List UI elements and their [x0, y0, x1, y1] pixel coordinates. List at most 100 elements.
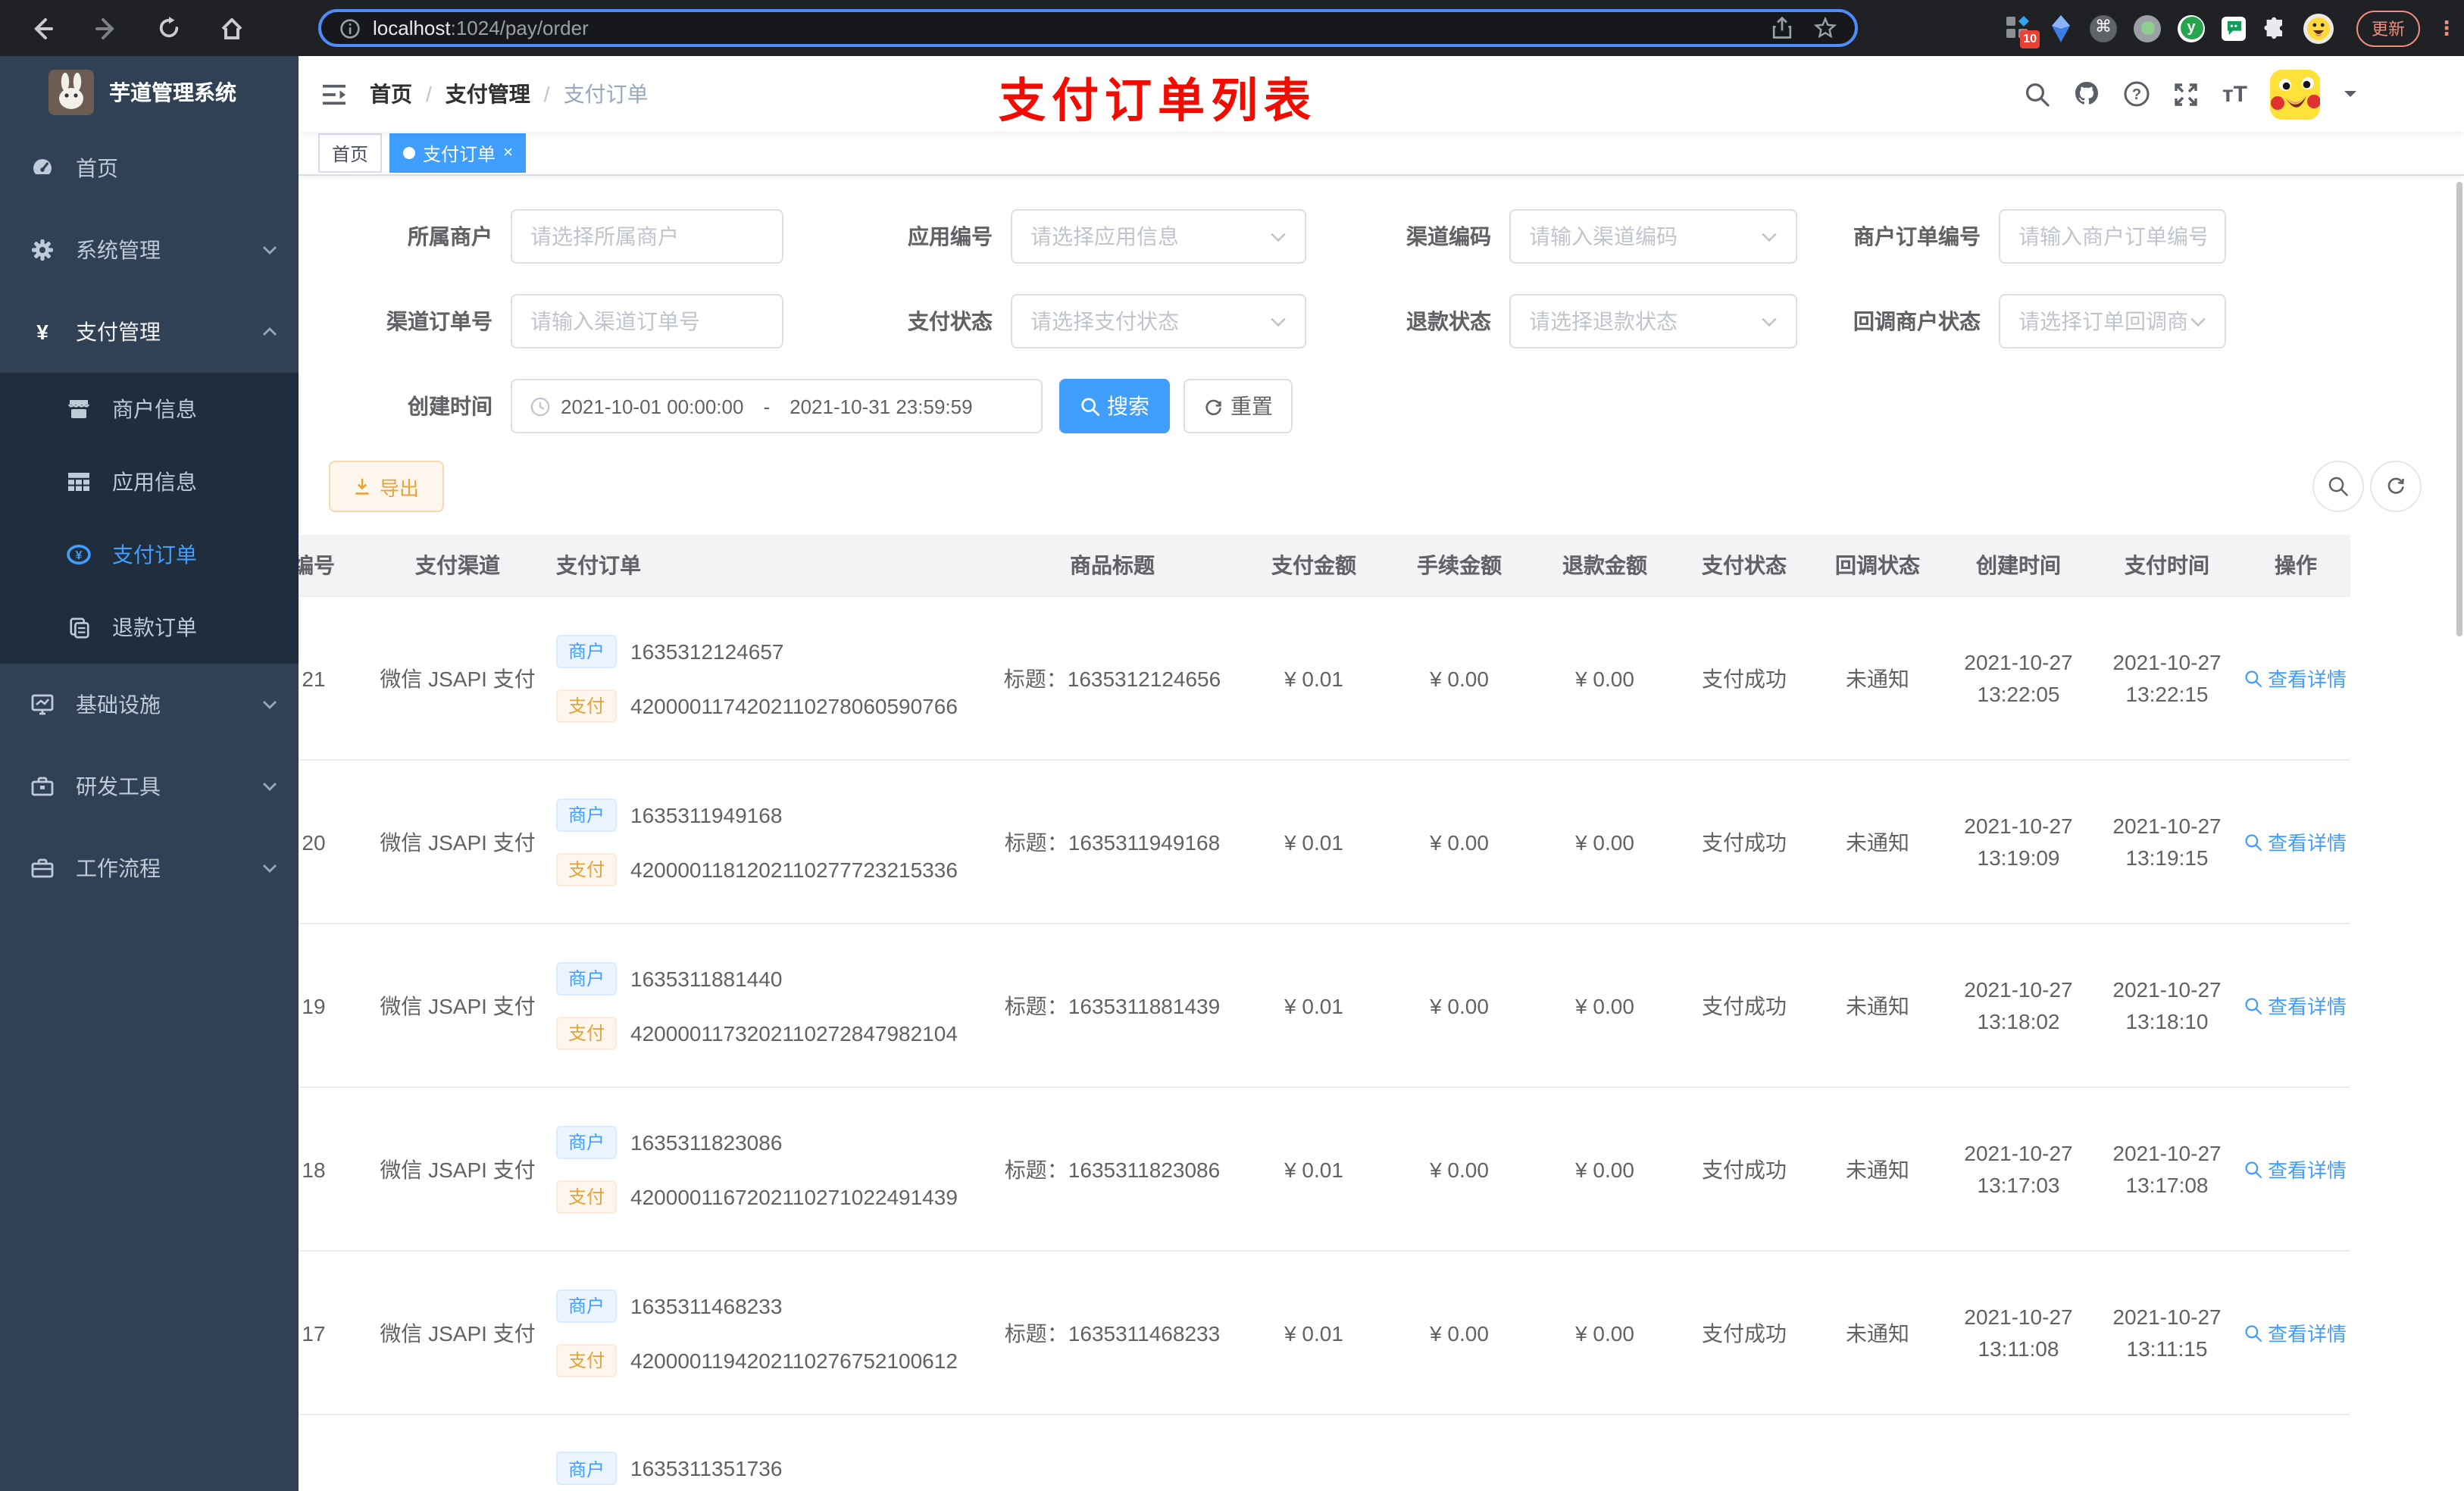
pay-status: 支付成功	[1702, 830, 1787, 854]
view-detail-link[interactable]: 查看详情	[2245, 1318, 2347, 1347]
tab-pay-order[interactable]: 支付订单 ×	[389, 133, 527, 173]
sidebar-item-label: 系统管理	[76, 238, 161, 262]
chevron-up-icon	[262, 324, 277, 339]
toolbox-icon	[30, 774, 55, 799]
pay-tag: 支付	[556, 1016, 618, 1049]
avatar-caret-icon[interactable]	[2343, 88, 2358, 100]
extension-command-icon[interactable]: ⌘	[2090, 14, 2117, 42]
view-detail-link[interactable]: 查看详情	[2245, 1155, 2347, 1183]
merchant-tag: 商户	[556, 1452, 618, 1485]
channel-code-select[interactable]: 请输入渠道编码	[1509, 209, 1797, 264]
sidebar-item-pay[interactable]: ¥ 支付管理	[0, 291, 299, 373]
channel-order-no-input[interactable]: 请输入渠道订单号	[511, 294, 783, 349]
search-button[interactable]: 搜索	[1059, 379, 1170, 433]
view-detail-link[interactable]: 查看详情	[2245, 664, 2347, 692]
user-avatar[interactable]	[2270, 69, 2320, 119]
back-icon[interactable]	[30, 16, 55, 40]
sidebar-item-infra[interactable]: 基础设施	[0, 664, 299, 746]
extension-tabs-icon[interactable]: 10	[2005, 14, 2040, 48]
sidebar-item-workflow[interactable]: 工作流程	[0, 827, 299, 909]
browser-menu-icon[interactable]: ⋮	[2437, 17, 2456, 37]
sidebar-collapse-icon[interactable]	[299, 83, 370, 105]
document-copy-icon	[67, 616, 91, 639]
reset-button[interactable]: 重置	[1184, 379, 1293, 433]
table-row-partial: 商户 1635311351736	[299, 1415, 2350, 1491]
filter-label: 渠道编码	[1406, 224, 1491, 248]
merchant-order-no: 1635311949168	[630, 802, 783, 827]
sidebar-item-merchant-info[interactable]: 商户信息	[0, 373, 299, 445]
sidebar-item-devtools[interactable]: 研发工具	[0, 746, 299, 827]
view-detail-link[interactable]: 查看详情	[2245, 827, 2347, 856]
merchant-select[interactable]: 请选择所属商户	[511, 209, 783, 264]
view-detail-link[interactable]: 查看详情	[2245, 991, 2347, 1020]
site-info-icon[interactable]	[339, 17, 361, 39]
browser-toolbar: localhost :1024/pay/order 10 ⌘ y 更新 ⋮	[0, 0, 2464, 56]
notify-status-select[interactable]: 请选择订单回调商户状态	[1999, 294, 2226, 349]
github-icon[interactable]	[2074, 80, 2101, 108]
profile-avatar-emoji[interactable]	[2303, 13, 2334, 43]
channel-order-no: 4200001194202110276752100612	[630, 1348, 958, 1372]
table-row: 17 微信 JSAPI 支付 商户 1635311468233 支付 4200001…	[299, 1252, 2350, 1415]
main-area: 首页 / 支付管理 / 支付订单 支付订单列表 ? тT 首页 支付订单 × 所…	[299, 56, 2464, 1491]
reload-icon[interactable]	[158, 17, 180, 39]
yen-icon: ¥	[36, 320, 48, 344]
filter-label: 创建时间	[408, 394, 492, 418]
merchant-tag: 商户	[556, 1289, 618, 1322]
extensions-puzzle-icon[interactable]	[2262, 16, 2287, 40]
sidebar-item-label: 应用信息	[112, 470, 197, 494]
monitor-chart-icon	[30, 692, 55, 717]
refund-status-select[interactable]: 请选择退款状态	[1509, 294, 1797, 349]
sidebar-item-app-info[interactable]: 应用信息	[0, 445, 299, 518]
font-size-icon[interactable]: тT	[2222, 81, 2247, 107]
home-icon[interactable]	[220, 16, 244, 40]
extension-chat-icon[interactable]	[2222, 16, 2246, 40]
breadcrumb-pay[interactable]: 支付管理	[446, 79, 530, 109]
extension-gem-icon[interactable]	[2049, 14, 2073, 42]
sidebar-item-refund-order[interactable]: 退款订单	[0, 591, 299, 664]
col-header: 支付订单	[556, 553, 641, 577]
clock-icon	[530, 396, 550, 416]
breadcrumb-home[interactable]: 首页	[370, 79, 412, 109]
table-row: 18 微信 JSAPI 支付 商户 1635311823086 支付 4200001…	[299, 1088, 2350, 1252]
app-select[interactable]: 请选择应用信息	[1011, 209, 1306, 264]
fullscreen-icon[interactable]	[2174, 81, 2200, 107]
pay-status-select[interactable]: 请选择支付状态	[1011, 294, 1306, 349]
browser-update-button[interactable]: 更新	[2356, 10, 2420, 46]
refresh-button[interactable]	[2370, 461, 2422, 512]
export-button[interactable]: 导出	[329, 461, 444, 512]
date-start: 2021-10-01 00:00:00	[561, 395, 744, 417]
extension-dot-icon[interactable]	[2134, 14, 2161, 42]
share-icon[interactable]	[1771, 17, 1793, 39]
extension-y-icon[interactable]: y	[2178, 14, 2205, 42]
breadcrumb-current: 支付订单	[563, 82, 649, 106]
app-logo-row[interactable]: 芋道管理系统	[0, 56, 299, 127]
table-row: 21 微信 JSAPI 支付 商户 1635312124657 支付 4200001…	[299, 597, 2350, 761]
sidebar-item-label: 支付订单	[112, 542, 197, 567]
chevron-down-icon	[262, 861, 277, 876]
pay-status: 支付成功	[1702, 1157, 1787, 1181]
merchant-order-no-input[interactable]: 请输入商户订单编号	[1999, 209, 2226, 264]
url-bar[interactable]: localhost :1024/pay/order	[318, 9, 1858, 47]
sidebar: 芋道管理系统 首页 系统管理 ¥ 支付管理 商户信息 应用信息 ¥ 支付订单 退…	[0, 56, 299, 1491]
forward-icon[interactable]	[94, 16, 118, 40]
search-icon[interactable]	[2025, 81, 2051, 107]
filter-form: 所属商户 请选择所属商户 应用编号 请选择应用信息 渠道编码 请输入渠道编码 商…	[299, 209, 2464, 433]
breadcrumb-separator: /	[543, 82, 550, 106]
tags-view-bar: 首页 支付订单 ×	[299, 132, 2464, 176]
channel-order-no: 4200001173202110272847982104	[630, 1021, 958, 1045]
tab-home[interactable]: 首页	[318, 133, 383, 173]
close-icon[interactable]: ×	[503, 144, 513, 162]
chevron-down-icon	[262, 779, 277, 794]
help-icon[interactable]: ?	[2124, 80, 2151, 108]
sidebar-item-home[interactable]: 首页	[0, 127, 299, 209]
create-time-range-picker[interactable]: 2021-10-01 00:00:00 - 2021-10-31 23:59:5…	[511, 379, 1043, 433]
show-search-button[interactable]	[2312, 461, 2364, 512]
page-scrollbar-thumb[interactable]	[2456, 182, 2462, 636]
sidebar-item-system[interactable]: 系统管理	[0, 209, 299, 291]
pay-status: 支付成功	[1702, 666, 1787, 690]
channel-order-no: 4200001167202110271022491439	[630, 1184, 958, 1208]
bookmark-star-icon[interactable]	[1814, 17, 1837, 39]
briefcase-icon	[30, 856, 55, 880]
pay-status: 支付成功	[1702, 993, 1787, 1017]
sidebar-item-pay-order[interactable]: ¥ 支付订单	[0, 518, 299, 591]
